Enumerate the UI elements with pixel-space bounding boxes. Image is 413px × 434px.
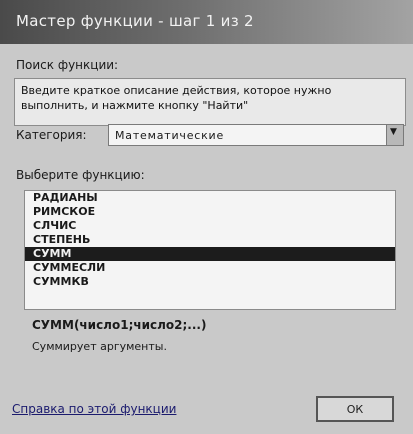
function-list-item[interactable]: СЛЧИС [25,219,395,233]
function-list-label: Выберите функцию: [16,168,145,182]
category-label: Категория: [16,128,87,142]
function-list-item[interactable]: РАДИАНЫ [25,191,395,205]
title-bar[interactable]: Мастер функции - шаг 1 из 2 [0,0,413,44]
function-description: Суммирует аргументы. [32,340,167,353]
chevron-down-icon: ▼ [390,127,397,137]
search-box: Введите краткое описание действия, котор… [14,78,406,126]
function-wizard-dialog: Мастер функции - шаг 1 из 2 Поиск функци… [0,0,413,434]
category-value: Математические [115,129,225,142]
function-list-item[interactable]: РИМСКОЕ [25,205,395,219]
ok-button[interactable]: ОК [316,396,394,422]
function-list-item[interactable]: СУММКВ [25,275,395,289]
function-list[interactable]: РАДИАНЫ РИМСКОЕ СЛЧИС СТЕПЕНЬ СУММ СУММЕ… [24,190,396,310]
dropdown-button[interactable]: ▼ [386,125,403,145]
help-link[interactable]: Справка по этой функции [12,402,176,416]
search-input[interactable]: Введите краткое описание действия, котор… [21,83,399,123]
function-signature: СУММ(число1;число2;...) [32,318,207,332]
function-list-item[interactable]: СУММЕСЛИ [25,261,395,275]
function-list-item-selected[interactable]: СУММ [25,247,395,261]
category-select[interactable]: Математические ▼ [108,124,404,146]
window-title: Мастер функции - шаг 1 из 2 [16,12,254,30]
search-label: Поиск функции: [16,58,119,72]
function-list-item[interactable]: СТЕПЕНЬ [25,233,395,247]
